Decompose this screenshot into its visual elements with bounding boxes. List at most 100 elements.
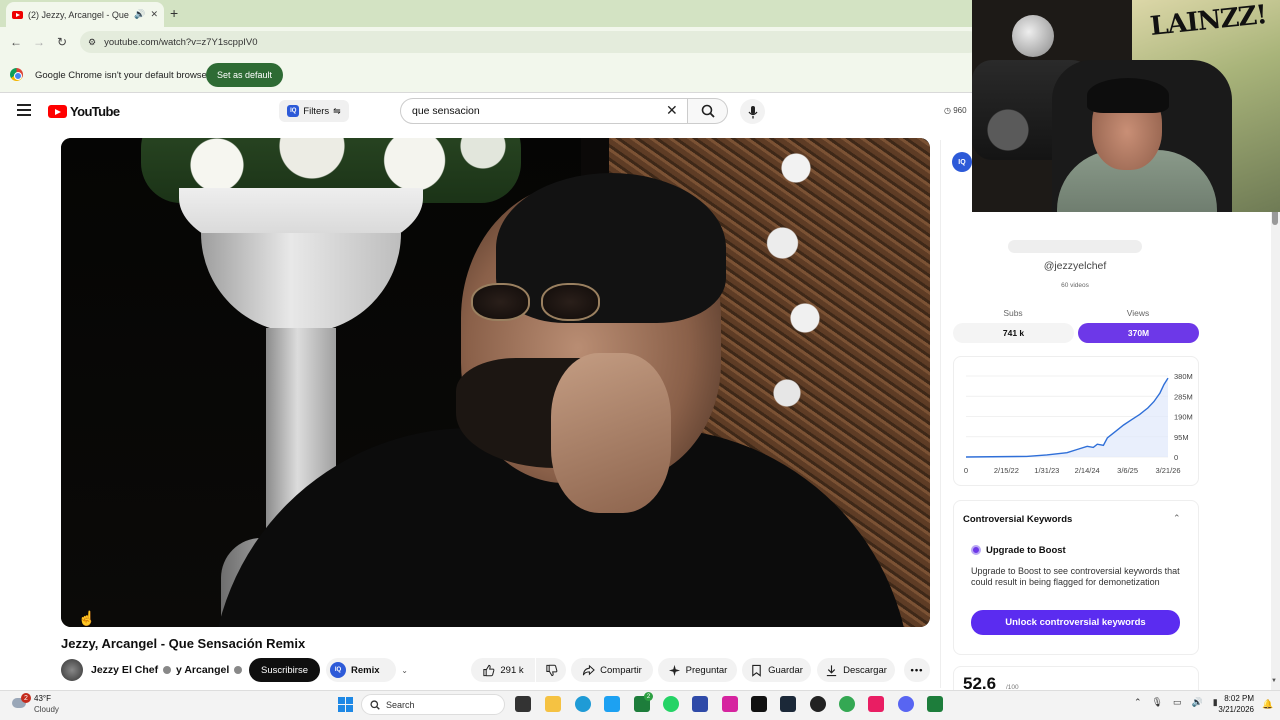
subscribe-button[interactable]: Suscribirse [249,658,320,682]
app-icon[interactable] [810,696,826,712]
edge-icon[interactable] [575,696,591,712]
tiktok-live-icon[interactable] [868,696,884,712]
network-icon[interactable]: ▭ [1173,697,1182,708]
taskbar-date[interactable]: 3/21/2026 [1208,705,1254,714]
forward-icon[interactable]: → [33,35,45,49]
instagram-icon[interactable] [722,696,738,712]
microphone-icon[interactable]: 🎙 [1152,697,1163,708]
chart-y-tick-label: 95M [1174,433,1189,442]
subs-label: Subs [1003,308,1023,318]
channel-name[interactable]: Jezzy El Chef y Arcangel [91,664,244,676]
chart-x-tick-label: 3/21/26 [1155,466,1180,475]
xbox-game-bar-icon[interactable] [927,696,943,712]
download-button[interactable]: Descargar [817,658,895,682]
default-browser-message: Google Chrome isn't your default browser [35,70,211,81]
subs-tab[interactable]: 741 k [953,323,1074,343]
menu-icon[interactable] [17,104,31,116]
chart-x-tick-label: 0 [964,466,968,475]
browser-tab[interactable]: (2) Jezzy, Arcangel - Que Se 🔊 ✕ [6,2,164,27]
youtube-wordmark: YouTube [70,104,120,119]
search-input[interactable]: que sensacion [400,98,688,124]
chevron-down-icon[interactable]: ⌄ [401,666,408,675]
notification-bell-icon[interactable]: 🔔 [1262,699,1273,710]
taskbar-search[interactable]: Search [361,694,505,715]
channel-name-placeholder [1008,240,1142,253]
views-tab[interactable]: 370M [1078,323,1199,343]
search-icon [701,104,715,118]
bookmark-icon [752,664,761,677]
filters-button[interactable]: IQ Filters ⇋ [279,100,349,122]
chart-x-tick-label: 2/15/22 [994,466,1019,475]
iq-icon: IQ [330,662,346,678]
store-icon[interactable] [692,696,708,712]
windows-start-icon[interactable] [338,697,353,712]
video-frame-figure-hand [551,353,671,513]
webcam-overlay: LAINZZ! [972,0,1280,212]
task-view-icon[interactable] [515,696,531,712]
save-button[interactable]: Guardar [742,658,811,682]
url-text: youtube.com/watch?v=z7Y1scppIV0 [104,36,258,48]
iq-extension-button[interactable]: IQ [952,152,972,172]
tiktok-icon[interactable] [751,696,767,712]
back-icon[interactable]: ← [10,35,22,49]
ask-label: Preguntar [685,664,728,676]
like-count: 291 k [500,664,524,676]
share-button[interactable]: Compartir [571,658,653,682]
like-button[interactable]: 291 k [471,658,535,682]
ask-button[interactable]: Preguntar [658,658,737,682]
chart-y-tick-label: 0 [1174,453,1178,462]
channel-collab-text: y Arcangel [175,664,230,676]
speaker-icon[interactable]: 🔊 [134,9,145,20]
reload-icon[interactable]: ↻ [57,35,67,49]
chevron-up-icon[interactable]: ⌃ [1173,513,1181,524]
search-button[interactable] [688,98,728,124]
mouse-cursor-icon: ☝ [78,610,96,626]
discord-icon[interactable] [898,696,914,712]
header-count-text: 960 [953,106,967,115]
tab-close-icon[interactable]: ✕ [150,9,158,20]
dislike-button[interactable] [536,658,566,682]
chart-x-tick-label: 1/31/23 [1034,466,1059,475]
more-dots-icon: ••• [910,664,924,676]
scroll-down-arrow-icon[interactable]: ▼ [1271,678,1277,684]
channel-avatar[interactable] [61,659,83,681]
save-label: Guardar [768,664,803,676]
video-frame-figure-sunglasses [471,283,621,321]
whatsapp-icon[interactable] [663,696,679,712]
new-tab-button[interactable]: + [170,5,178,21]
chevron-up-icon[interactable]: ⌃ [1134,697,1142,708]
views-chart: 380M 285M 190M 95M 0 0 2/15/22 1/31/23 2/14/24 3… [964,372,1193,475]
video-title: Jezzy, Arcangel - Que Sensación Remix [61,636,306,651]
address-bar[interactable]: ⚙ youtube.com/watch?v=z7Y1scppIV0 [80,31,980,53]
webcam-person-cap [1087,78,1169,113]
video-player[interactable] [61,138,930,627]
thumbs-down-icon [545,664,557,676]
share-label: Compartir [600,664,642,676]
xbox-badge: 2 [644,692,653,701]
volume-icon[interactable]: 🔊 [1192,697,1203,708]
chrome-taskbar-icon[interactable] [839,696,855,712]
youtube-play-icon [48,105,67,118]
remix-button[interactable]: IQ Remix ⌄ [326,658,408,682]
more-actions-button[interactable]: ••• [904,658,930,682]
clear-search-icon[interactable]: ✕ [666,102,678,119]
taskbar-search-label: Search [386,699,415,710]
voice-search-button[interactable] [740,99,765,124]
search-icon [370,699,380,710]
youtube-logo[interactable]: YouTube [48,104,120,119]
site-info-icon[interactable]: ⚙ [88,37,96,48]
iq-icon: IQ [287,105,300,117]
remix-label: Remix [351,664,380,676]
controversial-keywords-title: Controversial Keywords [963,514,1073,525]
set-as-default-button[interactable]: Set as default [206,63,283,87]
twitter-icon[interactable] [604,696,620,712]
taskbar-time[interactable]: 8:02 PM [1214,694,1254,703]
file-explorer-icon[interactable] [545,696,561,712]
unlock-keywords-button[interactable]: Unlock controversial keywords [971,610,1180,635]
steam-icon[interactable] [780,696,796,712]
chart-x-tick-label: 2/14/24 [1075,466,1100,475]
microphone-icon [747,105,758,118]
verified-icon [234,666,243,675]
weather-condition[interactable]: Cloudy [34,705,59,714]
weather-temperature[interactable]: 43°F [34,694,51,703]
